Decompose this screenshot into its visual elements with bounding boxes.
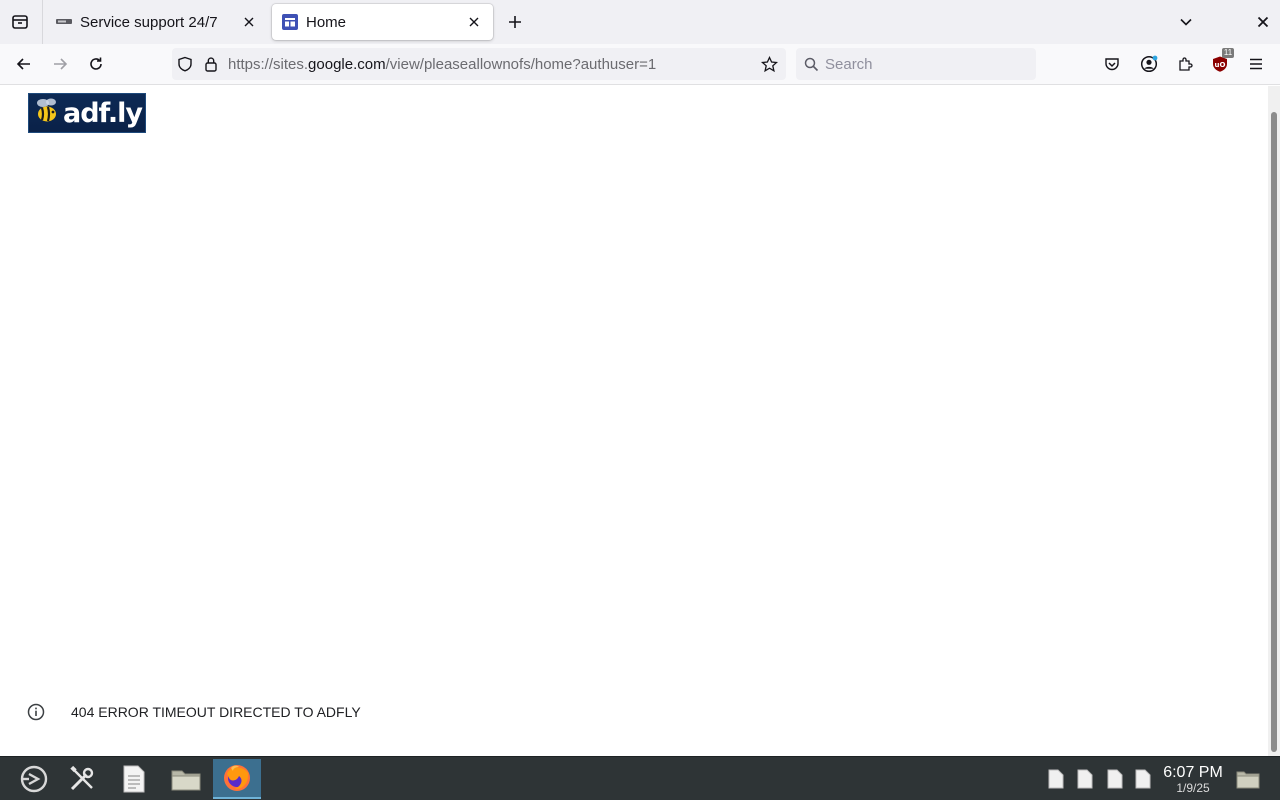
scrollbar-thumb[interactable] xyxy=(1271,112,1277,752)
url-bar[interactable]: https://sites.google.com/view/pleaseallo… xyxy=(172,48,786,80)
bee-icon xyxy=(37,98,56,122)
gray-bar-icon xyxy=(56,14,72,30)
back-button[interactable] xyxy=(9,50,39,78)
tracking-protection-shield-icon[interactable] xyxy=(172,48,198,80)
firefox-task-button[interactable] xyxy=(213,759,261,799)
forward-button[interactable] xyxy=(45,50,75,78)
search-bar[interactable]: Search xyxy=(796,48,1036,80)
close-icon xyxy=(1257,16,1269,28)
page-scrollbar[interactable] xyxy=(1268,86,1280,756)
pocket-button[interactable] xyxy=(1097,50,1127,78)
bookmark-star-icon[interactable] xyxy=(752,48,786,80)
plus-icon xyxy=(509,16,521,28)
chevron-down-icon xyxy=(1180,18,1192,26)
pocket-icon xyxy=(1105,58,1119,71)
close-tab-icon[interactable] xyxy=(240,13,258,31)
search-placeholder: Search xyxy=(825,55,873,73)
clock-time: 6:07 PM xyxy=(1163,764,1223,781)
tab-title: Home xyxy=(306,13,347,31)
folder-icon xyxy=(171,770,201,791)
account-button[interactable] xyxy=(1134,50,1164,78)
puzzle-piece-icon xyxy=(1179,57,1193,71)
clock-date: 1/9/25 xyxy=(1176,781,1210,795)
footer-report-abuse: 404 ERROR TIMEOUT DIRECTED TO ADFLY xyxy=(26,702,361,722)
close-tab-icon[interactable] xyxy=(465,13,483,31)
firefox-view-icon xyxy=(12,15,28,29)
wrench-screwdriver-icon xyxy=(70,765,94,791)
start-menu-button[interactable] xyxy=(10,759,58,799)
file-manager-launcher[interactable] xyxy=(162,759,210,799)
tray-document-icon[interactable] xyxy=(1076,768,1094,790)
logo-text: adf.ly xyxy=(63,97,143,129)
text-editor-launcher[interactable] xyxy=(110,759,158,799)
account-icon xyxy=(1140,55,1158,73)
navigation-toolbar: https://sites.google.com/view/pleaseallo… xyxy=(0,44,1280,85)
tab-title: Service support 24/7 xyxy=(80,13,218,31)
adfly-logo[interactable]: adf.ly xyxy=(28,93,146,133)
lock-icon[interactable] xyxy=(198,48,224,80)
footer-text: 404 ERROR TIMEOUT DIRECTED TO ADFLY xyxy=(71,704,361,720)
google-sites-icon xyxy=(282,14,298,30)
power-logo-icon xyxy=(20,765,48,793)
extension-badge-count: 11 xyxy=(1222,48,1234,58)
reload-button[interactable] xyxy=(81,50,111,78)
arrow-left-icon xyxy=(16,58,30,70)
tab-home[interactable]: Home xyxy=(272,4,493,40)
document-icon xyxy=(123,765,145,793)
taskbar-clock[interactable]: 6:07 PM 1/9/25 xyxy=(1158,764,1228,795)
extensions-button[interactable] xyxy=(1170,50,1200,78)
tab-strip: Service support 24/7 Home xyxy=(0,0,1280,44)
tab-separator xyxy=(42,0,43,44)
page-content: adf.ly 404 ERROR TIMEOUT DIRECTED TO ADF… xyxy=(0,86,1268,756)
search-icon xyxy=(804,57,819,71)
tray-document-icon[interactable] xyxy=(1047,768,1065,790)
svg-text:uO: uO xyxy=(1215,61,1226,69)
info-icon[interactable] xyxy=(26,702,46,722)
reload-icon xyxy=(90,57,102,70)
tray-document-icon[interactable] xyxy=(1106,768,1124,790)
list-all-tabs-button[interactable] xyxy=(1172,8,1200,36)
app-menu-button[interactable] xyxy=(1241,50,1271,78)
firefox-icon xyxy=(224,765,250,791)
taskbar: 6:07 PM 1/9/25 xyxy=(0,756,1280,800)
hamburger-menu-icon xyxy=(1250,58,1262,70)
window-close-button[interactable] xyxy=(1250,8,1276,36)
settings-tools-launcher[interactable] xyxy=(58,759,106,799)
tab-service-support[interactable]: Service support 24/7 xyxy=(46,4,268,40)
url-text[interactable]: https://sites.google.com/view/pleaseallo… xyxy=(224,56,752,73)
show-desktop-folder-icon[interactable] xyxy=(1236,768,1260,790)
arrow-right-icon xyxy=(54,58,68,70)
tray-document-icon[interactable] xyxy=(1134,768,1152,790)
firefox-view-button[interactable] xyxy=(6,8,34,36)
ublock-origin-button[interactable]: uO 11 xyxy=(1205,48,1235,78)
new-tab-button[interactable] xyxy=(502,8,528,36)
